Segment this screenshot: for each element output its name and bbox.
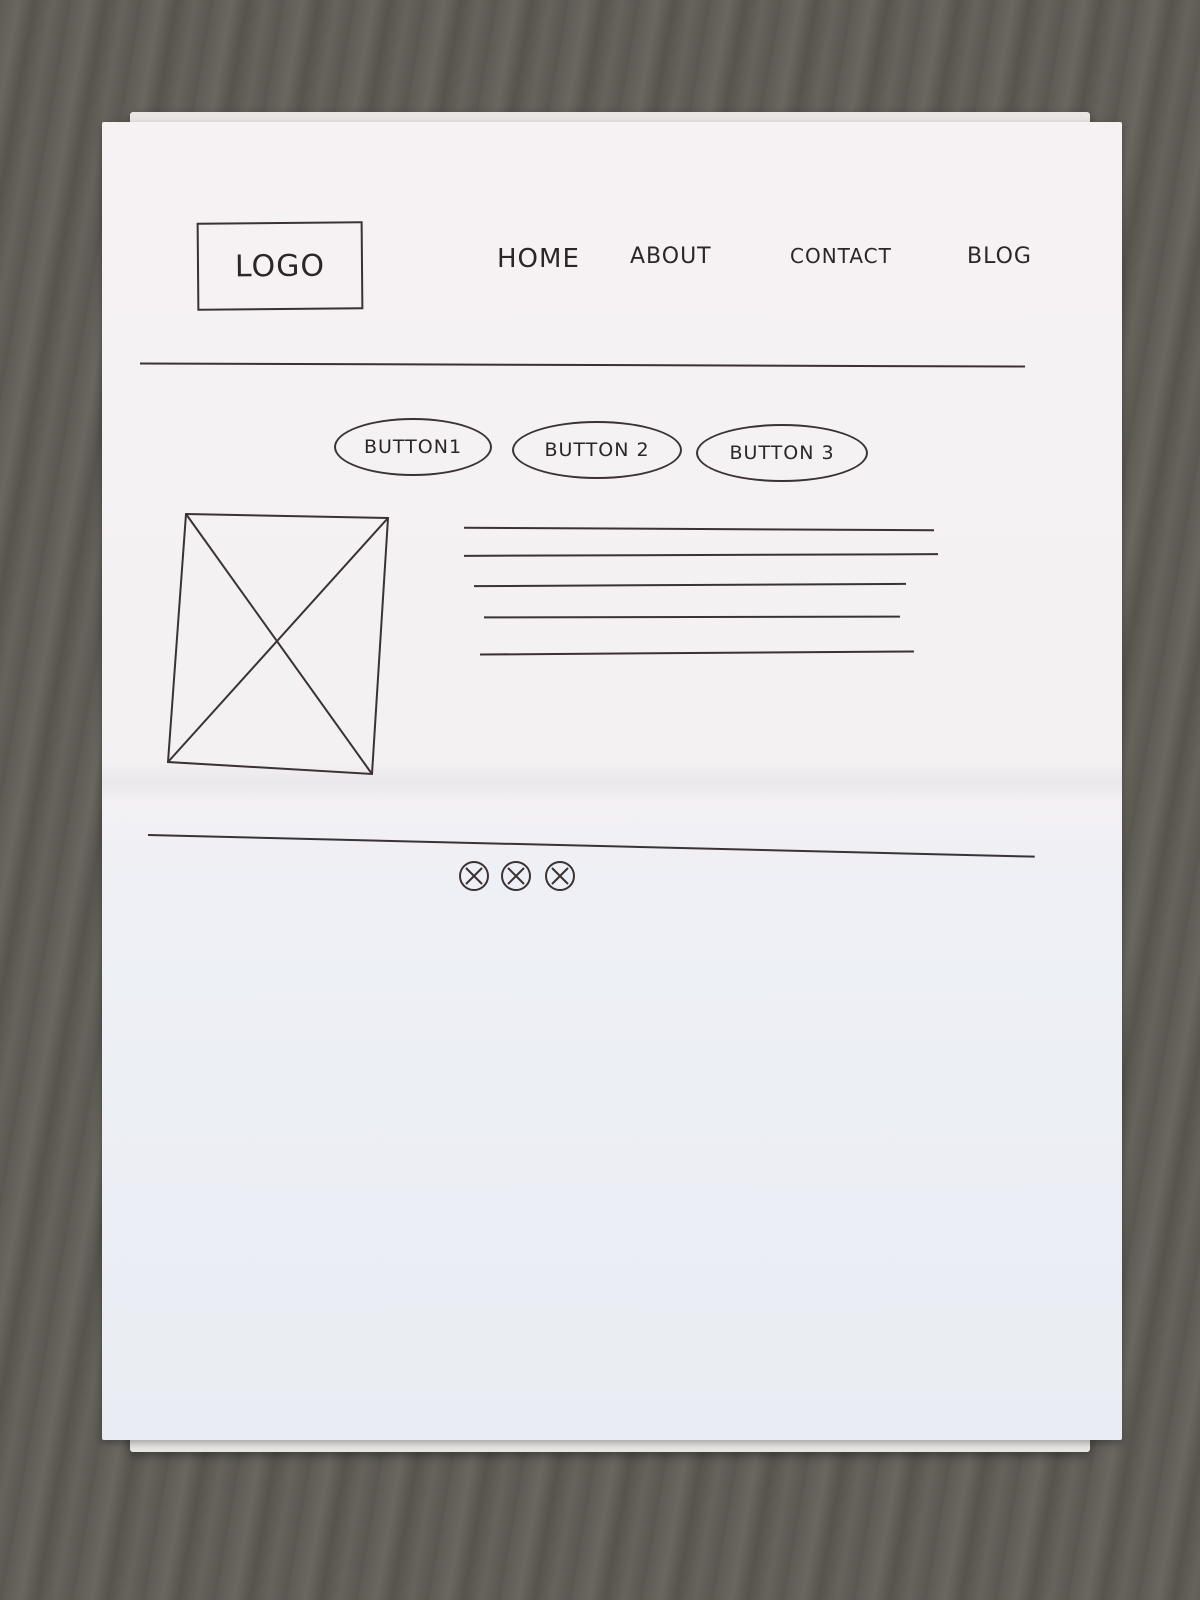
nav-blog[interactable]: BLOG [967,244,1032,269]
social-icon[interactable] [458,860,490,892]
header-divider [139,362,1026,368]
wireframe-sheet: LOGO HOME ABOUT CONTACT BLOG BUTTON1 BUT… [102,122,1122,1440]
text-line [463,526,935,532]
text-line [473,582,907,588]
nav-home[interactable]: HOME [497,244,580,274]
nav-contact[interactable]: CONTACT [790,244,892,268]
footer-divider [147,834,1035,858]
text-line [483,615,901,619]
text-line [479,650,915,656]
logo-text: LOGO [234,248,326,284]
button-3[interactable]: BUTTON 3 [696,424,868,482]
button-2[interactable]: BUTTON 2 [512,421,682,479]
image-placeholder-icon [166,512,390,776]
nav-about[interactable]: ABOUT [630,244,712,269]
logo[interactable]: LOGO [196,221,364,311]
text-line [463,553,939,557]
button-1[interactable]: BUTTON1 [334,418,492,476]
social-icon[interactable] [544,860,576,892]
social-icon[interactable] [500,860,532,892]
